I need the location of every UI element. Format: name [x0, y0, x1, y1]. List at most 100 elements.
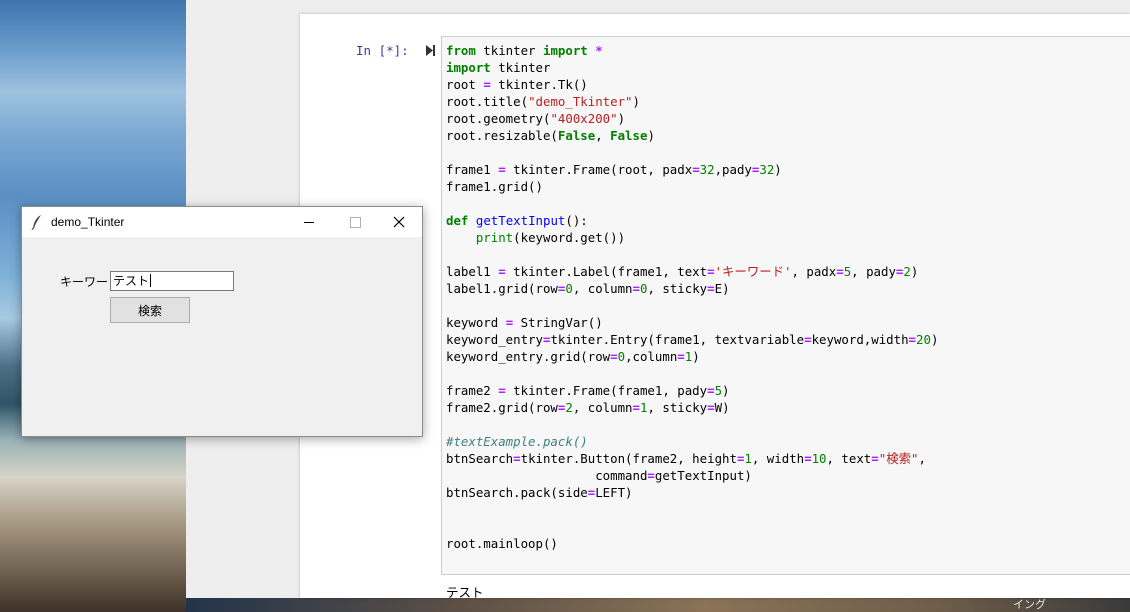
code-token: root.title( — [446, 94, 529, 109]
code-token: ) — [617, 111, 626, 126]
code-token: = — [677, 349, 685, 364]
code-token: from — [446, 43, 476, 58]
code-token: * — [595, 43, 603, 58]
code-token: ) — [632, 94, 640, 109]
code-token: ) — [930, 332, 939, 347]
code-line: frame1 = tkinter.Frame(root, padx=32,pad… — [446, 161, 938, 178]
cell-output: テスト — [446, 585, 484, 600]
code-line: #textExample.pack() — [446, 433, 938, 450]
code-line: root.title("demo_Tkinter") — [446, 93, 938, 110]
code-editor[interactable]: from tkinter import * import tkinter root … — [446, 42, 938, 552]
code-token: , — [918, 451, 926, 466]
code-line: from tkinter import * — [446, 42, 938, 59]
code-token: import — [446, 60, 491, 75]
code-token: = — [707, 281, 715, 296]
code-token: tkinter.Tk() — [490, 77, 588, 92]
code-line: label1 = tkinter.Label(frame1, text='キーワ… — [446, 263, 938, 280]
code-token: frame2 — [446, 383, 499, 398]
code-line: root = tkinter.Tk() — [446, 76, 938, 93]
code-line: root.resizable(False, False) — [446, 127, 938, 144]
code-token: = — [632, 400, 640, 415]
code-token: = — [804, 451, 812, 466]
search-button[interactable]: 検索 — [110, 297, 190, 323]
code-token: = — [908, 332, 917, 347]
code-token: tkinter — [490, 60, 551, 75]
code-line: root.mainloop() — [446, 535, 938, 552]
minimize-button[interactable] — [286, 207, 332, 237]
code-token: frame1 — [446, 162, 499, 177]
code-token: , column — [572, 281, 633, 296]
code-token: 32 — [759, 162, 775, 177]
code-token: = — [871, 451, 879, 466]
feather-icon — [31, 215, 41, 230]
code-line: frame2.grid(row=2, column=1, sticky=W) — [446, 399, 938, 416]
code-token: keyword — [446, 315, 506, 330]
code-token: LEFT) — [595, 485, 633, 500]
code-line: btnSearch.pack(side=LEFT) — [446, 484, 938, 501]
code-token: command — [446, 468, 648, 483]
keyword-entry[interactable]: テスト — [110, 271, 234, 291]
code-token: root.geometry( — [446, 111, 551, 126]
code-line: def getTextInput(): — [446, 212, 938, 229]
code-token: = — [804, 332, 812, 347]
code-token: 20 — [916, 332, 931, 347]
code-line: command=getTextInput) — [446, 467, 938, 484]
code-token: (): — [565, 213, 588, 228]
code-token: 0 — [617, 349, 626, 364]
code-token: , pady — [851, 264, 896, 279]
code-token: root — [446, 77, 484, 92]
code-token: StringVar() — [513, 315, 603, 330]
code-token: = — [632, 281, 640, 296]
code-token: 2 — [903, 264, 911, 279]
code-token: "400x200" — [550, 111, 618, 126]
code-token: , sticky — [647, 400, 708, 415]
code-token: tkinter.Label(frame1, text — [505, 264, 708, 279]
code-token: = — [707, 383, 715, 398]
tkinter-titlebar[interactable]: demo_Tkinter — [22, 207, 422, 237]
code-token: tkinter.Entry(frame1, textvariable — [550, 332, 805, 347]
code-token: , sticky — [647, 281, 708, 296]
code-line: keyword_entry=tkinter.Entry(frame1, text… — [446, 331, 938, 348]
code-token: , padx — [791, 264, 837, 279]
tkinter-window-title: demo_Tkinter — [51, 215, 125, 229]
cell-prompt: In [*]: — [356, 43, 409, 58]
code-token: ) — [692, 349, 700, 364]
code-token: keyword_entry — [446, 332, 543, 347]
code-line: btnSearch=tkinter.Button(frame2, height=… — [446, 450, 938, 467]
code-token: keyword,width — [811, 332, 909, 347]
code-token: btnSearch — [446, 451, 514, 466]
code-token: ,pady — [714, 162, 752, 177]
code-token: = — [483, 77, 491, 92]
code-token: tkinter.Frame(root, padx — [505, 162, 693, 177]
code-token: getTextInput) — [654, 468, 752, 483]
maximize-button[interactable] — [332, 207, 378, 237]
code-cell[interactable]: from tkinter import * import tkinter root … — [441, 36, 1130, 575]
code-token: = — [836, 264, 844, 279]
code-line: keyword_entry.grid(row=0,column=1) — [446, 348, 938, 365]
code-token: label1.grid(row — [446, 281, 558, 296]
code-token: 10 — [811, 451, 827, 466]
code-token: (keyword.get()) — [513, 230, 626, 245]
code-token: ) — [774, 162, 782, 177]
code-line: frame2 = tkinter.Frame(frame1, pady=5) — [446, 382, 938, 399]
run-cell-icon[interactable] — [426, 45, 435, 56]
code-token: = — [513, 451, 521, 466]
code-token: 'キーワード' — [714, 264, 792, 279]
code-token: "検索" — [878, 451, 919, 466]
code-token: "demo_Tkinter" — [528, 94, 633, 109]
taskbar-partial-text: イング — [1013, 598, 1046, 611]
code-line: print(keyword.get()) — [446, 229, 938, 246]
code-token: tkinter.Button(frame2, height — [520, 451, 737, 466]
code-token: = — [498, 162, 506, 177]
code-token: import — [542, 43, 588, 58]
code-token: tkinter.Frame(frame1, pady — [505, 383, 708, 398]
code-token: 0 — [565, 281, 573, 296]
close-button[interactable] — [376, 207, 422, 237]
